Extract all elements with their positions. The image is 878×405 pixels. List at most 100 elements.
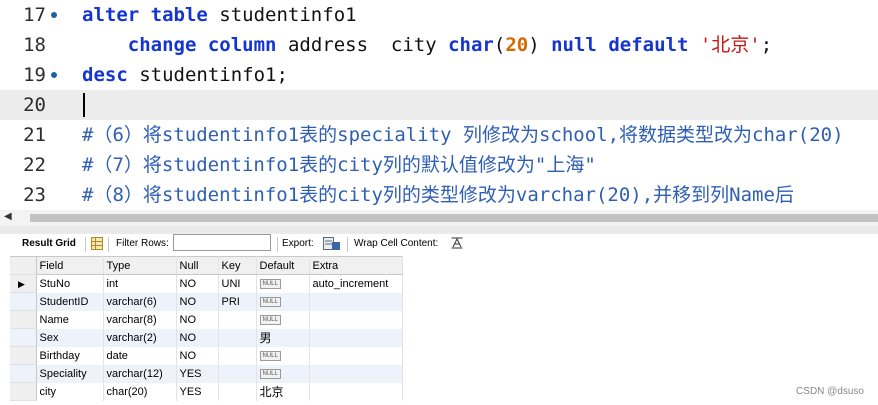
grid-cell[interactable]: NULL bbox=[256, 274, 310, 293]
grid-cell[interactable]: auto_increment bbox=[309, 274, 403, 293]
grid-cell[interactable]: NULL bbox=[256, 364, 310, 383]
column-header-default[interactable]: Default bbox=[256, 256, 310, 275]
row-selector[interactable]: ▶ bbox=[10, 274, 37, 293]
grid-header-row: Field Type Null Key Default Extra bbox=[10, 256, 403, 275]
column-header-null[interactable]: Null bbox=[176, 256, 219, 275]
grid-view-icon[interactable] bbox=[91, 237, 103, 253]
text-cursor bbox=[83, 93, 85, 117]
grid-cell[interactable]: city bbox=[36, 382, 104, 401]
row-selector-header bbox=[10, 256, 37, 275]
grid-cell[interactable]: Speciality bbox=[36, 364, 104, 383]
grid-cell[interactable]: NO bbox=[176, 274, 219, 293]
code-token: studentinfo1; bbox=[127, 64, 288, 86]
code-text[interactable]: #（6）将studentinfo1表的speciality 列修改为school… bbox=[82, 120, 844, 150]
table-row[interactable]: Name varchar(8) NO NULL bbox=[10, 310, 403, 329]
statement-marker-icon bbox=[51, 72, 57, 78]
grid-cell[interactable]: UNI bbox=[218, 274, 257, 293]
grid-cell[interactable]: NULL bbox=[256, 292, 310, 311]
grid-cell[interactable]: StudentID bbox=[36, 292, 104, 311]
code-token: alter bbox=[82, 4, 140, 26]
row-selector[interactable] bbox=[10, 382, 37, 401]
row-selector[interactable] bbox=[10, 292, 37, 311]
code-line[interactable]: 19 desc studentinfo1; bbox=[0, 60, 878, 90]
editor-horizontal-scrollbar[interactable]: ◀ bbox=[0, 210, 878, 226]
grid-cell[interactable] bbox=[309, 310, 403, 329]
row-selector[interactable] bbox=[10, 328, 37, 347]
code-line[interactable]: 17 alter table studentinfo1 bbox=[0, 0, 878, 30]
code-text[interactable]: alter table studentinfo1 bbox=[82, 0, 357, 30]
line-number: 23 bbox=[23, 184, 46, 206]
grid-cell[interactable] bbox=[309, 346, 403, 365]
code-line[interactable]: 18 change column address city char(20) n… bbox=[0, 30, 878, 60]
grid-cell[interactable]: YES bbox=[176, 364, 219, 383]
line-number: 20 bbox=[23, 94, 46, 116]
grid-cell[interactable]: varchar(8) bbox=[103, 310, 177, 329]
grid-cell[interactable] bbox=[218, 382, 257, 401]
grid-cell[interactable]: NO bbox=[176, 346, 219, 365]
code-token: #（6）将studentinfo1表的speciality 列修改为school… bbox=[82, 124, 844, 146]
grid-cell[interactable]: 北京 bbox=[256, 382, 310, 401]
grid-cell[interactable]: date bbox=[103, 346, 177, 365]
code-text[interactable]: change column address city char(20) null… bbox=[82, 30, 772, 60]
code-token: ; bbox=[760, 34, 773, 56]
grid-cell[interactable] bbox=[309, 292, 403, 311]
grid-cell[interactable]: char(20) bbox=[103, 382, 177, 401]
toolbar-divider bbox=[108, 237, 109, 252]
sql-editor[interactable]: 17 alter table studentinfo1 18 change colu… bbox=[0, 0, 878, 210]
grid-cell[interactable]: varchar(6) bbox=[103, 292, 177, 311]
scroll-left-arrow-icon[interactable]: ◀ bbox=[4, 211, 12, 222]
grid-cell[interactable] bbox=[309, 382, 403, 401]
grid-cell[interactable]: NO bbox=[176, 310, 219, 329]
result-grid-tab[interactable]: Result Grid bbox=[22, 238, 76, 249]
column-header-field[interactable]: Field bbox=[36, 256, 104, 275]
code-line[interactable]: 21 #（6）将studentinfo1表的speciality 列修改为scho… bbox=[0, 120, 878, 150]
code-text[interactable]: desc studentinfo1; bbox=[82, 60, 288, 90]
grid-cell[interactable] bbox=[218, 310, 257, 329]
grid-cell[interactable] bbox=[309, 364, 403, 383]
panel-divider[interactable] bbox=[0, 226, 878, 234]
scrollbar-thumb[interactable] bbox=[30, 214, 878, 222]
grid-cell[interactable]: NULL bbox=[256, 310, 310, 329]
table-row[interactable]: Birthday date NO NULL bbox=[10, 346, 403, 365]
table-row[interactable]: city char(20) YES 北京 bbox=[10, 382, 403, 401]
grid-cell[interactable]: StuNo bbox=[36, 274, 104, 293]
column-header-type[interactable]: Type bbox=[103, 256, 177, 275]
filter-rows-input[interactable] bbox=[173, 234, 271, 251]
grid-cell[interactable]: Sex bbox=[36, 328, 104, 347]
grid-cell[interactable]: NO bbox=[176, 292, 219, 311]
code-token: studentinfo1 bbox=[207, 4, 357, 26]
column-header-key[interactable]: Key bbox=[218, 256, 257, 275]
null-badge: NULL bbox=[259, 314, 281, 325]
row-selector[interactable] bbox=[10, 346, 37, 365]
grid-cell[interactable]: YES bbox=[176, 382, 219, 401]
grid-cell[interactable] bbox=[218, 364, 257, 383]
table-row[interactable]: StudentID varchar(6) NO PRI NULL bbox=[10, 292, 403, 311]
code-line[interactable]: 22 #（7）将studentinfo1表的city列的默认值修改为"上海" bbox=[0, 150, 878, 180]
wrap-text-icon[interactable] bbox=[451, 237, 463, 252]
table-row[interactable]: Speciality varchar(12) YES NULL bbox=[10, 364, 403, 383]
grid-cell[interactable]: varchar(2) bbox=[103, 328, 177, 347]
grid-cell[interactable] bbox=[309, 328, 403, 347]
grid-cell[interactable]: NO bbox=[176, 328, 219, 347]
grid-cell[interactable]: NULL bbox=[256, 346, 310, 365]
code-text[interactable]: #（7）将studentinfo1表的city列的默认值修改为"上海" bbox=[82, 150, 596, 180]
table-row[interactable]: ▶ StuNo int NO UNI NULL auto_increment bbox=[10, 274, 403, 293]
grid-cell[interactable]: 男 bbox=[256, 328, 310, 347]
grid-cell[interactable]: varchar(12) bbox=[103, 364, 177, 383]
code-line[interactable]: 20 bbox=[0, 90, 878, 120]
code-text[interactable]: #（8）将studentinfo1表的city列的类型修改为varchar(20… bbox=[82, 180, 794, 210]
result-grid: Field Type Null Key Default Extra ▶ StuNo int NO… bbox=[10, 256, 403, 401]
grid-cell[interactable] bbox=[218, 328, 257, 347]
grid-cell[interactable]: PRI bbox=[218, 292, 257, 311]
grid-cell[interactable]: Name bbox=[36, 310, 104, 329]
code-line[interactable]: 23 #（8）将studentinfo1表的city列的类型修改为varchar(… bbox=[0, 180, 878, 210]
row-selector[interactable] bbox=[10, 364, 37, 383]
table-row[interactable]: Sex varchar(2) NO 男 bbox=[10, 328, 403, 347]
column-header-extra[interactable]: Extra bbox=[309, 256, 403, 275]
grid-cell[interactable]: Birthday bbox=[36, 346, 104, 365]
watermark: CSDN @dsuso bbox=[796, 386, 864, 397]
grid-cell[interactable] bbox=[218, 346, 257, 365]
export-icon[interactable] bbox=[323, 237, 341, 254]
grid-cell[interactable]: int bbox=[103, 274, 177, 293]
row-selector[interactable] bbox=[10, 310, 37, 329]
